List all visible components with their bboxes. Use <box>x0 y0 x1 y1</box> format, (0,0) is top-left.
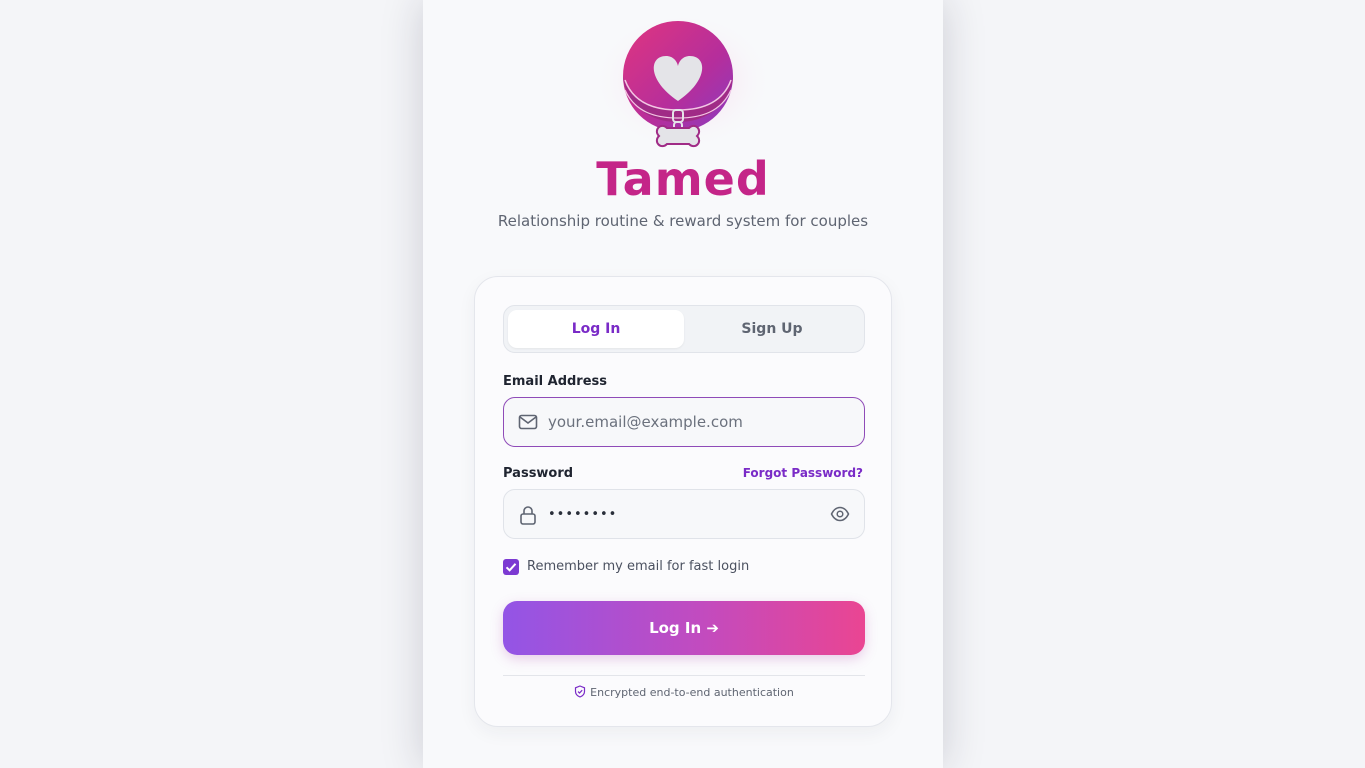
password-input[interactable] <box>548 490 828 538</box>
password-label: Password <box>503 466 574 481</box>
remember-label: Remember my email for fast login <box>527 559 750 574</box>
log-in-button[interactable]: Log In ➔ <box>503 601 865 655</box>
security-note-text: Encrypted end-to-end authentication <box>590 686 794 699</box>
tab-log-in[interactable]: Log In <box>508 310 684 348</box>
lock-icon <box>518 505 538 529</box>
email-field[interactable] <box>503 397 865 447</box>
check-icon <box>505 563 517 572</box>
email-input[interactable] <box>548 398 828 446</box>
auth-tabs: Log In Sign Up <box>503 305 865 353</box>
password-field[interactable] <box>503 489 865 539</box>
eye-icon[interactable] <box>830 504 850 528</box>
tab-sign-up[interactable]: Sign Up <box>684 310 860 348</box>
email-label: Email Address <box>503 374 608 389</box>
divider <box>503 675 865 676</box>
brand-name: Tamed <box>596 152 770 206</box>
shield-check-icon <box>574 685 586 701</box>
remember-checkbox[interactable] <box>503 559 519 575</box>
mail-icon <box>518 413 538 435</box>
heart-collar-bone-logo <box>593 18 773 158</box>
brand-tagline: Relationship routine & reward system for… <box>497 212 869 230</box>
login-card: Log In Sign Up Email Address Password Fo… <box>474 276 892 727</box>
security-note: Encrypted end-to-end authentication <box>475 685 893 699</box>
brand-header: Tamed Relationship routine & reward syst… <box>423 0 943 230</box>
forgot-password-link[interactable]: Forgot Password? <box>743 466 863 480</box>
auth-panel: Tamed Relationship routine & reward syst… <box>423 0 943 768</box>
